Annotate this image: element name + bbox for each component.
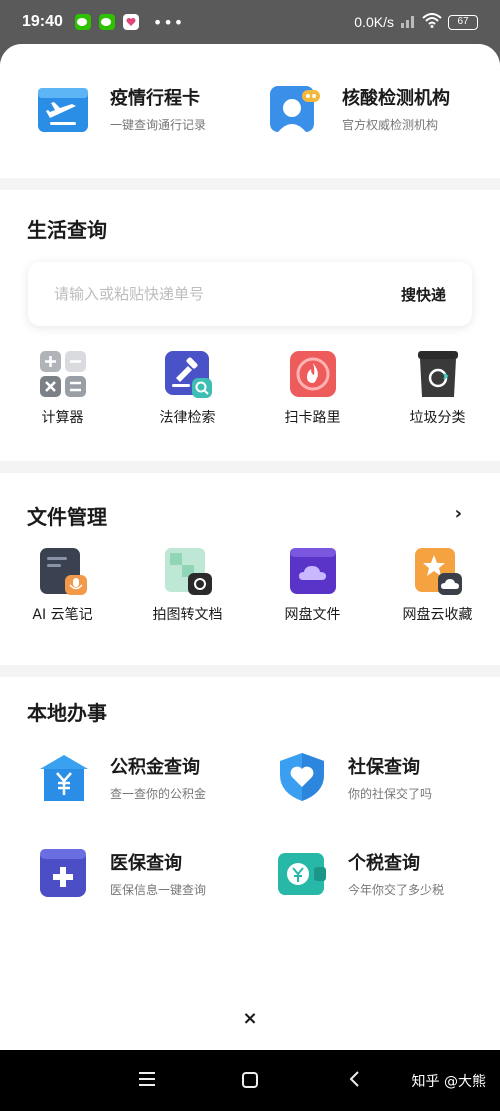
local-row: 医保查询 医保信息一键查询 个税查询 今年你交了多少税 (0, 847, 500, 899)
signal-icon (400, 14, 416, 31)
law-search-item[interactable]: 法律检索 (125, 350, 250, 427)
network-speed: 0.0K/s (354, 14, 394, 30)
search-express-button[interactable]: 搜快递 (401, 284, 446, 305)
ai-note-label: AI 云笔记 (32, 607, 93, 623)
cloud-drive-item[interactable]: 网盘文件 (250, 547, 375, 624)
scan-doc-icon (164, 547, 212, 595)
garbage-sort-item[interactable]: 垃圾分类 (375, 350, 500, 427)
ai-note-item[interactable]: AI 云笔记 (0, 547, 125, 624)
calculator-item[interactable]: 计算器 (0, 350, 125, 427)
trash-bin-icon (414, 350, 462, 398)
income-tax-title: 个税查询 (348, 853, 420, 874)
gavel-icon (164, 350, 212, 398)
cloud-favorite-icon (414, 547, 462, 595)
calorie-scan-item[interactable]: 扫卡路里 (250, 350, 375, 427)
section-divider (0, 665, 500, 677)
wechat-icon (98, 14, 115, 30)
calculator-icon (39, 350, 87, 398)
services-sheet: 疫情行程卡 一键查询通行记录 核酸检测机构 官方权威检测机构 生活查询 请输入或… (0, 44, 500, 1050)
back-icon[interactable] (348, 1069, 360, 1093)
social-security-subtitle: 你的社保交了吗 (348, 787, 433, 801)
home-icon[interactable] (241, 1070, 259, 1094)
cloud-favorite-label: 网盘云收藏 (402, 607, 473, 623)
status-bar: 19:40 ••• 0.0K/s 67 (0, 0, 500, 44)
express-search-box: 搜快递 (28, 262, 472, 326)
wifi-icon (422, 13, 442, 31)
shield-heart-icon (276, 751, 328, 803)
law-search-label: 法律检索 (159, 410, 216, 426)
file-tools-grid: AI 云笔记 拍图转文档 网盘文件 网盘云收藏 (0, 547, 500, 624)
social-security-entry[interactable]: 社保查询 你的社保交了吗 (276, 751, 476, 803)
trip-card-subtitle: 一键查询通行记录 (110, 118, 207, 132)
social-security-title: 社保查询 (348, 757, 420, 778)
status-time: 19:40 (22, 13, 63, 30)
note-icon (39, 547, 87, 595)
section-title: 生活查询 (27, 218, 107, 242)
medical-insurance-subtitle: 医保信息一键查询 (110, 883, 207, 897)
calculator-label: 计算器 (41, 410, 84, 426)
garbage-sort-label: 垃圾分类 (409, 410, 466, 426)
local-row: 公积金查询 查一查你的公积金 社保查询 你的社保交了吗 (0, 751, 500, 803)
section-title: 文件管理 (27, 505, 107, 529)
section-divider (0, 178, 500, 190)
app-heart-icon (122, 14, 139, 30)
calorie-scan-label: 扫卡路里 (284, 410, 341, 426)
doctor-icon (268, 82, 322, 136)
housing-fund-subtitle: 查一查你的公积金 (110, 787, 207, 801)
cloud-drive-icon (289, 547, 337, 595)
trip-card-title: 疫情行程卡 (110, 88, 200, 109)
cloud-drive-label: 网盘文件 (284, 607, 341, 623)
watermark: 知乎 @大熊 (411, 1074, 486, 1090)
life-query-section: 生活查询 搜快递 计算器 (0, 190, 500, 461)
medical-insurance-entry[interactable]: 医保查询 医保信息一键查询 (38, 847, 238, 899)
medical-kit-icon (38, 847, 90, 899)
section-divider (0, 461, 500, 473)
file-management-section: 文件管理 › AI 云笔记 拍图转文档 网盘文件 网盘云收藏 (0, 473, 500, 665)
more-notifications-icon: ••• (152, 12, 185, 32)
photo-to-doc-label: 拍图转文档 (152, 607, 223, 623)
trip-card-entry[interactable]: 疫情行程卡 一键查询通行记录 (36, 82, 268, 178)
express-search-input[interactable] (54, 285, 401, 303)
close-icon[interactable]: × (0, 1008, 500, 1029)
fund-house-icon (38, 751, 90, 803)
flame-icon (289, 350, 337, 398)
nucleic-test-subtitle: 官方权威检测机构 (342, 118, 439, 132)
plane-card-icon (36, 82, 90, 136)
wechat-icon (74, 14, 91, 30)
cloud-favorite-item[interactable]: 网盘云收藏 (375, 547, 500, 624)
housing-fund-entry[interactable]: 公积金查询 查一查你的公积金 (38, 751, 238, 803)
nucleic-test-title: 核酸检测机构 (342, 88, 450, 109)
income-tax-entry[interactable]: 个税查询 今年你交了多少税 (276, 847, 476, 899)
battery-icon: 67 (448, 14, 478, 30)
menu-icon[interactable] (138, 1068, 156, 1092)
income-tax-subtitle: 今年你交了多少税 (348, 883, 445, 897)
top-cards: 疫情行程卡 一键查询通行记录 核酸检测机构 官方权威检测机构 (0, 44, 500, 178)
photo-to-doc-item[interactable]: 拍图转文档 (125, 547, 250, 624)
life-tools-grid: 计算器 法律检索 扫卡路里 垃圾分类 (0, 350, 500, 427)
local-affairs-section: 本地办事 公积金查询 查一查你的公积金 社保查询 你的社保交了吗 医保查询 医保… (0, 677, 500, 1028)
chevron-right-icon[interactable]: › (455, 503, 462, 524)
medical-insurance-title: 医保查询 (110, 853, 182, 874)
housing-fund-title: 公积金查询 (110, 757, 200, 778)
tax-wallet-icon (276, 847, 328, 899)
section-title: 本地办事 (27, 701, 107, 725)
nucleic-test-entry[interactable]: 核酸检测机构 官方权威检测机构 (268, 82, 500, 178)
